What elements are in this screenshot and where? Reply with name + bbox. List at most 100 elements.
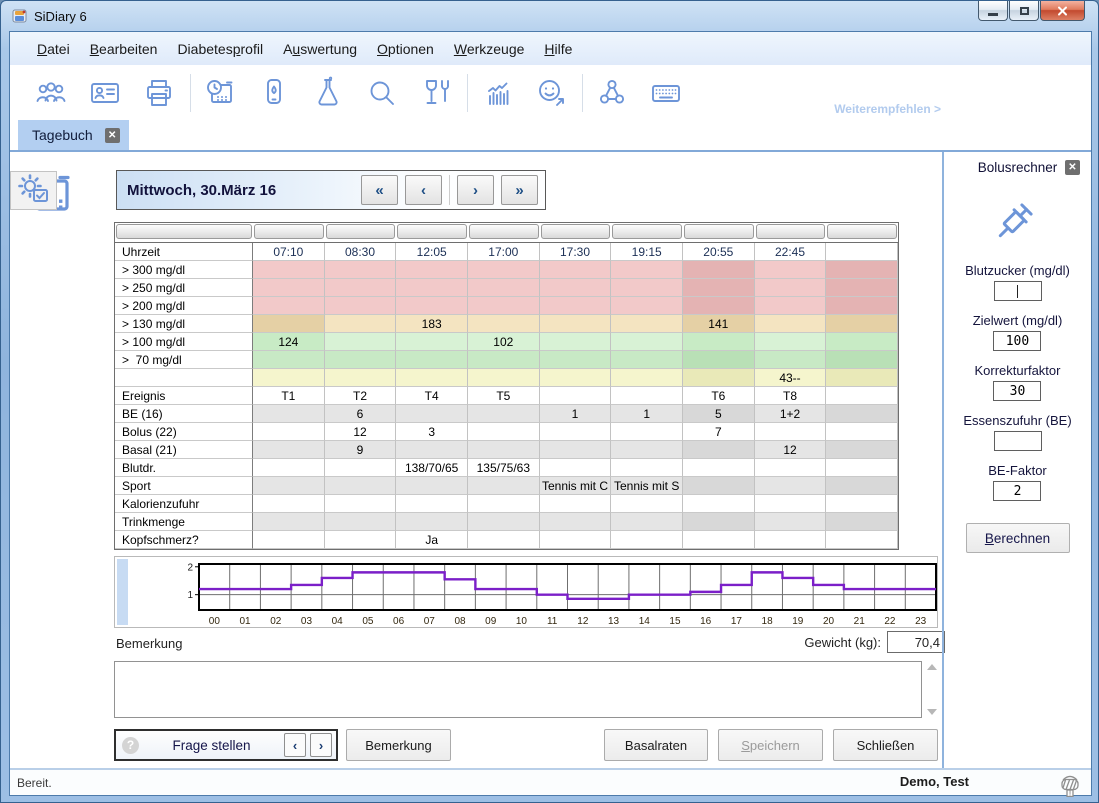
table-cell[interactable] (755, 315, 827, 333)
table-cell[interactable]: T2 (325, 387, 397, 405)
table-cell[interactable] (540, 459, 612, 477)
tab-close-icon[interactable]: ✕ (105, 128, 120, 143)
table-cell[interactable] (540, 315, 612, 333)
smiley-icon[interactable] (534, 76, 568, 110)
notes-scrollbar[interactable] (925, 661, 939, 718)
table-cell[interactable] (755, 351, 827, 369)
column-header-button[interactable] (325, 223, 397, 243)
bemerkung-button[interactable]: Bemerkung (346, 729, 451, 761)
column-header-button[interactable] (826, 223, 898, 243)
table-cell[interactable] (468, 279, 540, 297)
statistics-icon[interactable] (480, 76, 514, 110)
basalraten-button[interactable]: Basalraten (604, 729, 708, 761)
table-cell[interactable] (253, 513, 325, 531)
table-cell[interactable] (253, 369, 325, 387)
table-cell[interactable]: 138/70/65 (396, 459, 468, 477)
table-cell[interactable] (611, 423, 683, 441)
table-cell[interactable] (826, 513, 898, 531)
table-cell[interactable] (683, 279, 755, 297)
table-cell[interactable] (396, 405, 468, 423)
table-cell[interactable]: 141 (683, 315, 755, 333)
table-cell[interactable]: 1 (540, 405, 612, 423)
title-bar[interactable]: SiDiary 6 (1, 1, 1098, 31)
table-cell[interactable] (396, 513, 468, 531)
table-cell[interactable] (325, 459, 397, 477)
schliessen-button[interactable]: Schließen (833, 729, 938, 761)
table-cell[interactable] (540, 333, 612, 351)
wine-glass-icon[interactable] (419, 76, 453, 110)
table-cell[interactable] (468, 315, 540, 333)
table-cell[interactable] (826, 351, 898, 369)
table-cell[interactable] (540, 279, 612, 297)
table-cell[interactable] (396, 441, 468, 459)
time-cell[interactable]: 20:55 (683, 243, 755, 261)
table-cell[interactable] (325, 513, 397, 531)
table-cell[interactable] (755, 279, 827, 297)
table-cell[interactable]: T8 (755, 387, 827, 405)
maximize-button[interactable] (1009, 1, 1039, 21)
frage-stellen-button[interactable]: ? Frage stellen ‹ › (114, 729, 338, 761)
weight-input[interactable]: 70,4 (887, 631, 945, 653)
scroll-up-icon[interactable] (927, 664, 937, 670)
essenszufuhr-input[interactable] (994, 431, 1042, 451)
menu-auswertung[interactable]: Auswertung (273, 37, 367, 61)
table-cell[interactable] (826, 477, 898, 495)
table-cell[interactable] (396, 279, 468, 297)
table-cell[interactable] (468, 369, 540, 387)
table-cell[interactable]: Tennis mit S (611, 477, 683, 495)
table-cell[interactable] (755, 333, 827, 351)
table-cell[interactable]: 1 (611, 405, 683, 423)
column-header-button[interactable] (468, 223, 540, 243)
table-cell[interactable] (253, 279, 325, 297)
table-cell[interactable] (325, 351, 397, 369)
minimize-button[interactable] (978, 1, 1008, 21)
table-cell[interactable]: T4 (396, 387, 468, 405)
table-cell[interactable] (325, 297, 397, 315)
table-cell[interactable] (826, 369, 898, 387)
table-cell[interactable] (826, 495, 898, 513)
bemerkung-textarea[interactable] (114, 661, 922, 718)
table-cell[interactable] (396, 351, 468, 369)
table-cell[interactable] (253, 423, 325, 441)
table-cell[interactable] (253, 459, 325, 477)
table-cell[interactable] (325, 333, 397, 351)
scroll-down-icon[interactable] (927, 709, 937, 715)
question-prev-button[interactable]: ‹ (284, 733, 306, 757)
table-cell[interactable]: Ja (396, 531, 468, 549)
calendar-clock-icon[interactable] (203, 76, 237, 110)
table-cell[interactable] (325, 279, 397, 297)
table-cell[interactable] (253, 261, 325, 279)
table-cell[interactable] (826, 441, 898, 459)
table-cell[interactable] (683, 369, 755, 387)
bolus-close-icon[interactable]: ✕ (1065, 160, 1080, 175)
table-cell[interactable] (396, 333, 468, 351)
table-cell[interactable]: 12 (755, 441, 827, 459)
table-cell[interactable] (683, 441, 755, 459)
table-cell[interactable] (540, 351, 612, 369)
first-day-button[interactable]: « (361, 175, 398, 205)
column-header-button[interactable] (540, 223, 612, 243)
table-cell[interactable] (468, 495, 540, 513)
table-cell[interactable] (611, 351, 683, 369)
table-cell[interactable] (468, 513, 540, 531)
table-cell[interactable] (826, 297, 898, 315)
time-cell[interactable]: 12:05 (396, 243, 468, 261)
table-cell[interactable] (611, 279, 683, 297)
time-cell[interactable]: 08:30 (325, 243, 397, 261)
column-header-button[interactable] (396, 223, 468, 243)
table-cell[interactable] (755, 477, 827, 495)
table-cell[interactable] (611, 297, 683, 315)
berechnen-button[interactable]: Berechnen (966, 523, 1070, 553)
table-cell[interactable] (396, 477, 468, 495)
table-cell[interactable] (683, 495, 755, 513)
column-header-button[interactable] (611, 223, 683, 243)
close-button[interactable] (1040, 1, 1085, 21)
table-cell[interactable]: 43-- (755, 369, 827, 387)
menu-bearbeiten[interactable]: Bearbeiten (80, 37, 168, 61)
table-cell[interactable] (826, 405, 898, 423)
menu-diabetesprofil[interactable]: Diabetesprofil (167, 37, 273, 61)
table-cell[interactable] (253, 531, 325, 549)
table-cell[interactable]: T1 (253, 387, 325, 405)
table-cell[interactable] (396, 297, 468, 315)
table-cell[interactable] (826, 459, 898, 477)
